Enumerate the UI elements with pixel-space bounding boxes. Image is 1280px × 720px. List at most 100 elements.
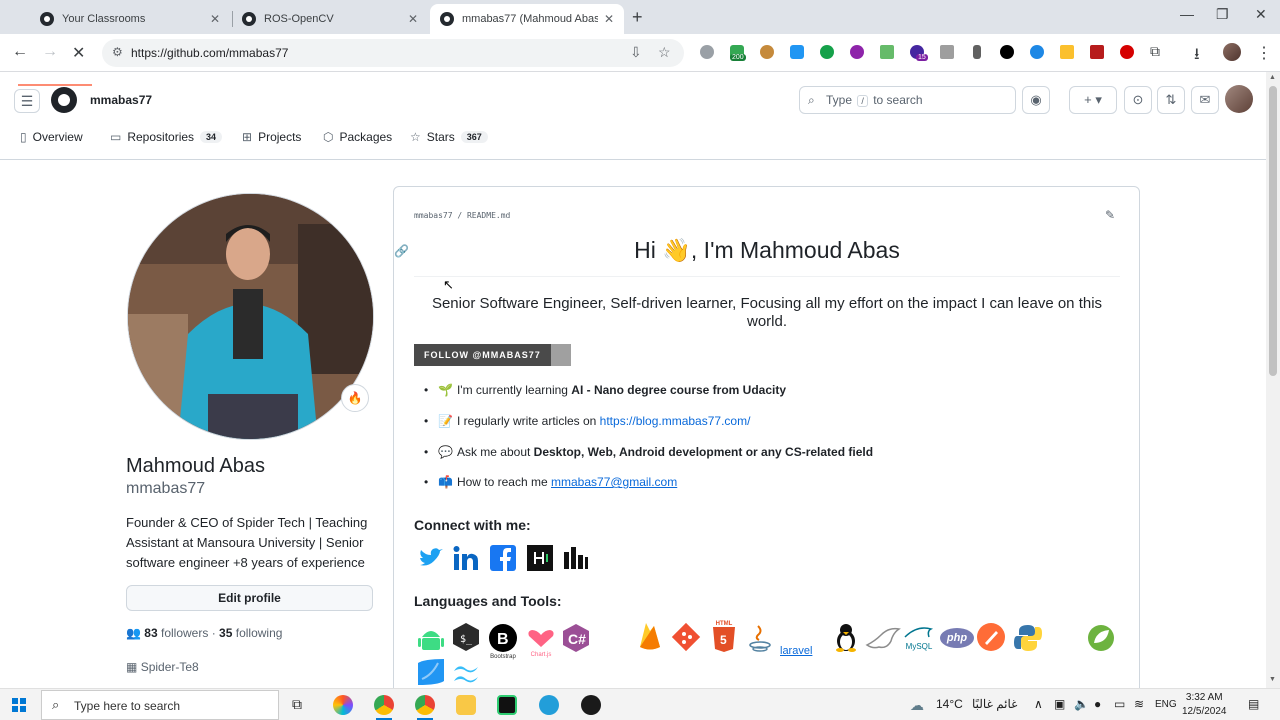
edit-profile-button[interactable]: Edit profile: [126, 585, 373, 611]
vimeo-extension-icon[interactable]: [940, 45, 954, 59]
microphone-icon[interactable]: [973, 45, 981, 59]
organization[interactable]: ▦ Spider-Te8: [126, 660, 199, 674]
extensions-puzzle-icon[interactable]: ⧉: [1150, 43, 1160, 60]
new-tab-button[interactable]: +: [632, 7, 643, 28]
browser-menu-icon[interactable]: ⋮: [1256, 43, 1272, 63]
facebook-icon[interactable]: [490, 545, 516, 571]
follow-badge[interactable]: FOLLOW @MMABAS77: [414, 344, 571, 366]
linkedin-icon[interactable]: [453, 545, 479, 571]
swift-icon[interactable]: [416, 657, 446, 687]
firebase-icon[interactable]: [635, 621, 665, 651]
user-avatar[interactable]: [1225, 85, 1253, 113]
tab-repositories[interactable]: ▭ Repositories 34: [110, 130, 223, 144]
postman-icon[interactable]: [976, 622, 1006, 652]
task-view-icon[interactable]: ⧉: [292, 696, 302, 713]
copilot-taskbar-icon[interactable]: [333, 695, 353, 715]
python-icon[interactable]: [1013, 623, 1043, 653]
extension-red-square-icon[interactable]: [1090, 45, 1104, 59]
battery-icon[interactable]: ▭: [1114, 697, 1125, 711]
git-icon[interactable]: [671, 622, 701, 652]
restore-icon[interactable]: ❐: [1216, 6, 1229, 23]
wifi-icon[interactable]: ≋: [1134, 697, 1144, 711]
edit-pencil-icon[interactable]: ✎: [1105, 208, 1115, 222]
bootstrap-icon[interactable]: B Bootstrap: [487, 623, 519, 663]
bookmark-star-icon[interactable]: ☆: [658, 44, 671, 61]
link-anchor-icon[interactable]: 🔗: [394, 244, 409, 258]
android-icon[interactable]: [416, 623, 446, 653]
github-logo-icon[interactable]: [51, 87, 77, 113]
scroll-down-icon[interactable]: ▼: [1269, 676, 1276, 683]
tab-mmabas77[interactable]: mmabas77 (Mahmoud Abas) ✕: [430, 4, 624, 34]
twitter-icon[interactable]: [418, 545, 444, 571]
browser-profile-avatar[interactable]: [1223, 43, 1241, 61]
close-icon[interactable]: ✕: [210, 12, 220, 26]
usb-icon[interactable]: ▣: [1054, 697, 1065, 711]
extension-yellow-icon[interactable]: [1060, 45, 1074, 59]
speaker-icon[interactable]: 🔈: [1074, 697, 1089, 711]
windows-start-icon[interactable]: [12, 698, 26, 712]
extension-check-blue-icon[interactable]: [1030, 45, 1044, 59]
grammarly-icon[interactable]: [820, 45, 834, 59]
tab-stars[interactable]: ☆ Stars 367: [410, 130, 488, 144]
forward-arrow-icon[interactable]: →: [42, 43, 58, 61]
hamburger-menu-icon[interactable]: ☰: [14, 89, 40, 113]
window-close-icon[interactable]: ✕: [1255, 6, 1267, 23]
install-app-icon[interactable]: ⇩: [630, 44, 642, 61]
issues-icon[interactable]: ⊙: [1124, 86, 1152, 114]
back-arrow-icon[interactable]: ←: [12, 43, 28, 61]
chevron-up-icon[interactable]: ∧: [1034, 697, 1043, 711]
mariadb-icon[interactable]: [865, 623, 901, 653]
tailwind-icon[interactable]: [451, 659, 481, 689]
file-explorer-icon[interactable]: [456, 695, 476, 715]
telegram-icon[interactable]: [539, 695, 559, 715]
copilot-icon[interactable]: ◉: [1022, 86, 1050, 114]
site-info-icon[interactable]: ⚙: [112, 45, 123, 59]
email-link[interactable]: mmabas77@gmail.com: [551, 475, 677, 489]
chrome-profile-taskbar-icon[interactable]: [415, 695, 435, 715]
header-username[interactable]: mmabas77: [90, 93, 152, 107]
tab-overview[interactable]: ▯ Overview: [20, 130, 83, 144]
mysql-icon[interactable]: MySQL: [901, 623, 937, 653]
page-scrollbar[interactable]: ▲ ▼: [1266, 72, 1280, 688]
linux-icon[interactable]: [831, 622, 861, 652]
medium-icon[interactable]: [563, 545, 589, 571]
csharp-icon[interactable]: C#: [561, 623, 591, 653]
weather-cloud-icon[interactable]: ☁: [910, 697, 924, 714]
extension-blue-icon[interactable]: [790, 45, 804, 59]
followers-link[interactable]: 83 followers: [144, 626, 208, 640]
status-emoji-button[interactable]: 🔥: [341, 384, 369, 412]
taskbar-search-input[interactable]: ⌕ Type here to search: [41, 690, 279, 720]
profile-photo[interactable]: [127, 193, 374, 440]
chartjs-icon[interactable]: Chart.js: [525, 627, 557, 663]
globe-extension-icon[interactable]: [700, 45, 714, 59]
following-link[interactable]: 35 following: [219, 626, 282, 640]
downloads-icon[interactable]: ⭳: [1194, 43, 1200, 70]
pycharm-icon[interactable]: [497, 695, 517, 715]
create-new-button[interactable]: + ▾: [1069, 86, 1117, 114]
stop-loading-icon[interactable]: ✕: [72, 43, 85, 63]
extension-purple-icon[interactable]: [850, 45, 864, 59]
microphone-tray-icon[interactable]: ●: [1094, 697, 1101, 711]
extension-red-circle-icon[interactable]: [1120, 45, 1134, 59]
checkmark-extension-icon[interactable]: [880, 45, 894, 59]
search-input[interactable]: ⌕ Type / to search: [799, 86, 1016, 114]
php-icon[interactable]: php: [940, 628, 974, 648]
html5-icon[interactable]: HTML 5: [709, 621, 739, 655]
laravel-broken-image[interactable]: laravel: [780, 645, 812, 657]
tab-packages[interactable]: ⬡ Packages: [323, 130, 392, 144]
tab-your-classrooms[interactable]: Your Classrooms ✕: [30, 4, 230, 34]
notifications-icon[interactable]: ▤: [1248, 697, 1259, 711]
spring-icon[interactable]: [1086, 623, 1116, 653]
chrome-taskbar-icon[interactable]: [374, 695, 394, 715]
close-icon[interactable]: ✕: [408, 12, 418, 26]
minimize-icon[interactable]: —: [1180, 6, 1194, 22]
pull-requests-icon[interactable]: ⇅: [1157, 86, 1185, 114]
close-icon[interactable]: ✕: [604, 12, 614, 26]
blog-link[interactable]: https://blog.mmabas77.com/: [600, 414, 751, 428]
inbox-icon[interactable]: ✉: [1191, 86, 1219, 114]
scrollbar-thumb[interactable]: [1269, 86, 1277, 376]
cookie-extension-icon[interactable]: [760, 45, 774, 59]
taskbar-clock[interactable]: 3:32 AM 12/5/2024: [1182, 691, 1227, 719]
hackerrank-icon[interactable]: [527, 545, 553, 571]
readme-path[interactable]: mmabas77 / README.md: [414, 211, 510, 220]
